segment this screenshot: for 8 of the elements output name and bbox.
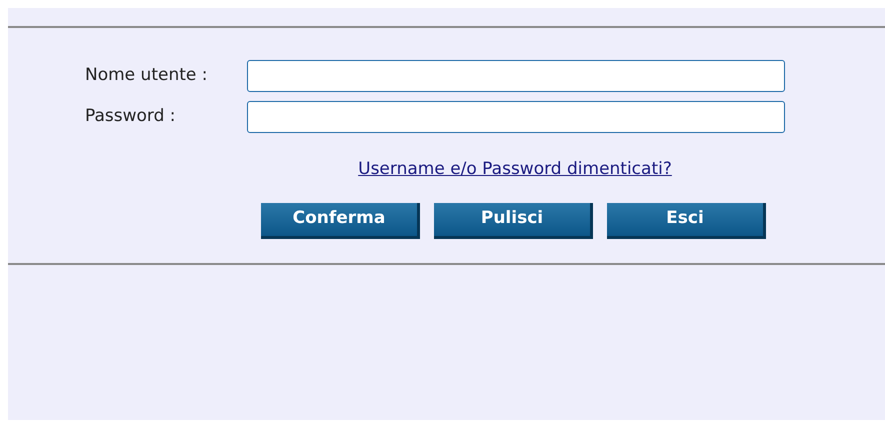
field-label: Password : [85,105,177,128]
input-field[interactable] [247,101,785,133]
input-field[interactable] [247,60,785,92]
form-button[interactable]: Conferma [261,202,420,238]
form-button[interactable]: Esci [607,202,766,238]
field-label: Nome utente : [85,64,208,88]
forgot-password-link[interactable]: Username e/o Password dimenticati? [85,157,885,182]
form-button[interactable]: Pulisci [434,202,593,238]
